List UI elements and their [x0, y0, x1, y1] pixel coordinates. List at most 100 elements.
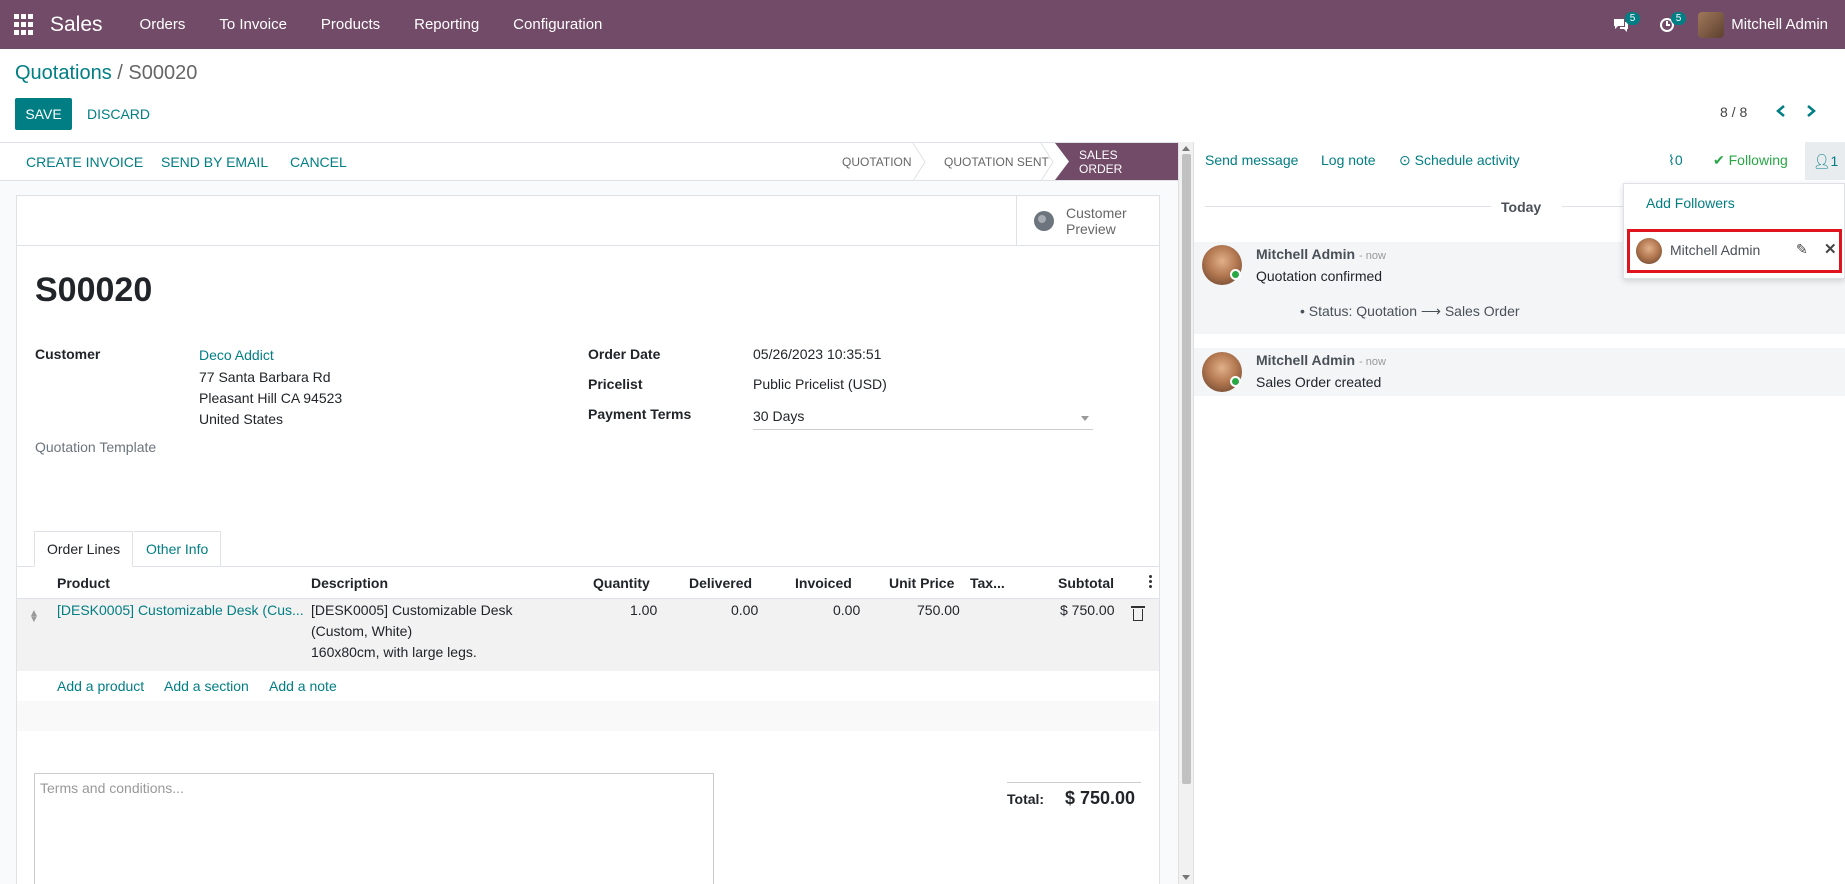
user-menu[interactable]: Mitchell Admin — [1731, 16, 1828, 33]
column-invoiced[interactable]: Invoiced — [795, 575, 852, 591]
optional-columns-icon[interactable] — [1149, 575, 1153, 590]
message-author[interactable]: Mitchell Admin - now — [1256, 352, 1386, 368]
chatter-topbar: Send message Log note ⊙ Schedule activit… — [1194, 142, 1845, 180]
menu-to-invoice[interactable]: To Invoice — [202, 16, 304, 33]
add-section-link[interactable]: Add a section — [164, 678, 249, 694]
order-name: S00020 — [35, 271, 153, 309]
send-message-button[interactable]: Send message — [1205, 152, 1298, 168]
follower-name[interactable]: Mitchell Admin — [1670, 242, 1760, 258]
customer-preview-button[interactable]: Customer Preview — [1016, 196, 1159, 246]
smart-button-box: Customer Preview — [17, 196, 1159, 246]
stage-sales-order[interactable]: SALES ORDER — [1055, 143, 1178, 180]
drag-handle-icon[interactable]: ▲ ▼ — [29, 609, 39, 625]
scroll-up-arrow-icon[interactable] — [1182, 146, 1190, 151]
online-status-icon — [1230, 269, 1241, 280]
message-author[interactable]: Mitchell Admin - now — [1256, 246, 1386, 262]
attachments-button[interactable]: ⌇0 — [1668, 152, 1683, 169]
apps-menu-icon[interactable] — [14, 13, 36, 36]
column-taxes[interactable]: Tax... — [970, 575, 1005, 591]
terms-field[interactable]: Terms and conditions... — [34, 773, 714, 884]
order-lines-header: Product Description Quantity Delivered I… — [17, 567, 1159, 599]
pager-next-icon[interactable] — [1805, 102, 1817, 123]
stage-quotation[interactable]: QUOTATION — [842, 143, 912, 180]
paperclip-icon: ⌇ — [1668, 152, 1675, 168]
total-value: $ 750.00 — [1065, 788, 1136, 808]
check-icon: ✔ — [1713, 152, 1725, 168]
app-name[interactable]: Sales — [50, 13, 103, 37]
activities-clock-icon[interactable]: 5 — [1652, 10, 1687, 40]
clock-icon: ⊙ — [1399, 152, 1411, 168]
add-followers-link[interactable]: Add Followers — [1646, 195, 1735, 211]
follower-avatar — [1636, 238, 1662, 264]
column-quantity[interactable]: Quantity — [593, 575, 650, 591]
column-product[interactable]: Product — [57, 575, 110, 591]
globe-icon — [1034, 211, 1054, 231]
create-invoice-button[interactable]: CREATE INVOICE — [26, 143, 143, 181]
scroll-thumb[interactable] — [1182, 154, 1191, 784]
menu-orders[interactable]: Orders — [123, 16, 203, 33]
pager-value[interactable]: 8 / 8 — [1720, 104, 1747, 120]
add-note-link[interactable]: Add a note — [269, 678, 337, 694]
messages-icon[interactable]: 5 — [1606, 10, 1641, 40]
pricelist-value[interactable]: Public Pricelist (USD) — [753, 376, 887, 392]
discard-button[interactable]: DISCARD — [87, 98, 150, 130]
trash-icon[interactable] — [1131, 606, 1145, 621]
add-product-link[interactable]: Add a product — [57, 678, 144, 694]
schedule-activity-button[interactable]: ⊙ Schedule activity — [1399, 152, 1520, 169]
line-quantity: 1.00 — [630, 602, 658, 618]
schedule-activity-label: Schedule activity — [1414, 152, 1520, 168]
line-product[interactable]: [DESK0005] Customizable Desk (Cus... — [57, 600, 304, 621]
notebook-tabs: Order Lines Other Info — [17, 531, 1159, 567]
menu-reporting[interactable]: Reporting — [397, 16, 496, 33]
user-avatar[interactable] — [1698, 11, 1725, 38]
payment-terms-value: 30 Days — [753, 408, 805, 424]
order-date-value[interactable]: 05/26/2023 10:35:51 — [753, 346, 881, 362]
stage-separator — [1040, 143, 1054, 181]
pricelist-label: Pricelist — [588, 376, 643, 392]
line-invoiced: 0.00 — [833, 602, 861, 618]
follower-item[interactable]: Mitchell Admin ✎ ✕ — [1627, 229, 1842, 273]
stage-separator — [912, 143, 926, 181]
quotation-template-label: Quotation Template — [35, 439, 157, 455]
add-line-row: Add a product Add a section Add a note — [17, 671, 1159, 701]
column-unit-price[interactable]: Unit Price — [889, 575, 954, 591]
pager-previous-icon[interactable] — [1775, 102, 1787, 123]
menu-products[interactable]: Products — [304, 16, 397, 33]
menu-configuration[interactable]: Configuration — [496, 16, 619, 33]
customer-address-line2: Pleasant Hill CA 94523 — [199, 390, 343, 406]
cancel-order-button[interactable]: CANCEL — [290, 143, 347, 181]
pencil-icon[interactable]: ✎ — [1796, 241, 1808, 258]
followers-button[interactable]: 👤︎ 1 — [1805, 142, 1845, 180]
following-label: Following — [1728, 152, 1788, 168]
save-button[interactable]: SAVE — [15, 98, 72, 130]
line-description-2: (Custom, White) — [311, 623, 413, 639]
total-divider — [1007, 782, 1141, 783]
following-button[interactable]: ✔ Following — [1713, 152, 1788, 169]
preview-label-line2: Preview — [1066, 221, 1116, 237]
breadcrumb-separator: / — [111, 62, 129, 84]
scroll-down-arrow-icon[interactable] — [1182, 875, 1190, 880]
close-icon[interactable]: ✕ — [1824, 240, 1837, 258]
empty-row — [17, 701, 1159, 731]
tab-order-lines[interactable]: Order Lines — [34, 531, 134, 567]
customer-address-line1: 77 Santa Barbara Rd — [199, 369, 331, 385]
form-scrollbar[interactable] — [1178, 142, 1193, 884]
breadcrumb-quotations[interactable]: Quotations — [15, 62, 112, 84]
column-delivered[interactable]: Delivered — [689, 575, 752, 591]
systray: 5 5 Mitchell Admin — [1606, 0, 1828, 49]
customer-link[interactable]: Deco Addict — [199, 347, 274, 363]
attachments-count: 0 — [1674, 152, 1683, 168]
send-by-email-button[interactable]: SEND BY EMAIL — [161, 143, 268, 181]
order-date-label: Order Date — [588, 346, 661, 362]
line-subtotal: $ 750.00 — [1060, 602, 1115, 618]
log-note-button[interactable]: Log note — [1321, 152, 1376, 168]
message-time: - now — [1359, 250, 1386, 262]
stage-quotation-sent[interactable]: QUOTATION SENT — [944, 143, 1049, 180]
column-subtotal[interactable]: Subtotal — [1058, 575, 1114, 591]
tab-other-info[interactable]: Other Info — [134, 531, 222, 567]
table-row[interactable]: ▲ ▼ [DESK0005] Customizable Desk (Cus... … — [17, 599, 1159, 671]
user-icon: 👤︎ — [1812, 152, 1831, 169]
form-view: CREATE INVOICE SEND BY EMAIL CANCEL QUOT… — [0, 142, 1193, 884]
payment-terms-select[interactable]: 30 Days — [753, 406, 1093, 430]
column-description[interactable]: Description — [311, 575, 388, 591]
